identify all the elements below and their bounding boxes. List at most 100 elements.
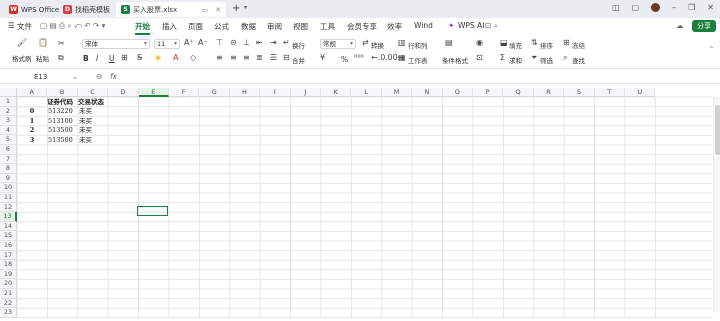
cell-C1[interactable]: 交易状态 [78, 98, 108, 108]
column-header-S[interactable]: S [564, 88, 595, 97]
align-middle-icon[interactable]: ⊝ [230, 38, 237, 47]
menu-tab-insert[interactable]: 插入 [162, 21, 177, 32]
menu-tab-formula[interactable]: 公式 [214, 21, 229, 32]
cell-A2[interactable]: 0 [17, 107, 47, 117]
column-header-R[interactable]: R [533, 88, 565, 97]
row-header-19[interactable]: 19 [0, 269, 17, 280]
screen-icon[interactable]: ▭ [202, 6, 209, 14]
layout-icon[interactable]: ◫ [612, 3, 620, 12]
font-color-icon[interactable]: A [173, 53, 178, 62]
row-header-18[interactable]: 18 [0, 260, 17, 270]
column-header-B[interactable]: B [47, 88, 78, 97]
format-painter-icon[interactable]: 🖌 [17, 38, 27, 47]
vertical-scrollbar[interactable] [713, 97, 720, 313]
paste-icon[interactable]: 📋 [38, 38, 48, 47]
align-bottom-icon[interactable]: ⊥ [243, 38, 250, 47]
italic-button[interactable]: I [96, 54, 98, 63]
row-header-8[interactable]: 8 [0, 164, 17, 174]
column-header-H[interactable]: H [229, 88, 261, 97]
fx-button[interactable]: fx [110, 72, 117, 81]
row-header-14[interactable]: 14 [0, 221, 17, 232]
conditional-format-button[interactable]: 条件格式 [442, 55, 468, 65]
window-icon[interactable]: ▢ [632, 3, 640, 12]
column-header-Q[interactable]: Q [503, 88, 534, 97]
indent-right-icon[interactable]: ⇥ [270, 38, 277, 47]
column-header-N[interactable]: N [412, 88, 443, 97]
percent-button[interactable]: % [341, 55, 348, 64]
cell-C2[interactable]: 未买 [79, 107, 92, 117]
menu-tab-data[interactable]: 数据 [241, 21, 256, 32]
menu-tab-member[interactable]: 会员专享 [347, 21, 377, 32]
column-header-J[interactable]: J [290, 88, 321, 97]
row-header-20[interactable]: 20 [0, 279, 17, 289]
row-header-3[interactable]: 3 [0, 116, 17, 126]
find-button[interactable]: 查找 [572, 55, 585, 65]
format-painter-label[interactable]: 格式刷 [12, 53, 32, 63]
share-button[interactable]: 分享 [692, 20, 716, 32]
cell-style-icon[interactable]: ◉ [476, 38, 483, 47]
chevron-down-icon[interactable]: ▾ [244, 4, 247, 11]
cell-B1[interactable]: 证券代码 [47, 98, 77, 108]
currency-icon[interactable]: ¥ [320, 53, 325, 62]
spreadsheet-grid[interactable]: 证券代码 交易状态 0 513220 未买 1 513100 未买 2 5135… [0, 88, 720, 321]
cell-A4[interactable]: 2 [17, 126, 47, 136]
row-header-23[interactable]: 23 [0, 308, 17, 318]
zoom-icon[interactable]: ⊖ [96, 72, 102, 81]
cell-B2[interactable]: 513220 [48, 107, 73, 117]
fill-button[interactable]: 填充 [509, 40, 522, 50]
thousands-icon[interactable]: ⁰⁰⁰ [354, 53, 364, 62]
number-format-select[interactable]: 常规 ▾ [320, 39, 356, 49]
row-header-9[interactable]: 9 [0, 173, 17, 184]
row-header-15[interactable]: 15 [0, 231, 17, 241]
cell-C3[interactable]: 未买 [79, 117, 92, 127]
cloud-icon[interactable]: ☁ [676, 21, 684, 30]
align-top-icon[interactable]: ⊤ [216, 38, 223, 47]
row-header-7[interactable]: 7 [0, 154, 17, 165]
cell-A5[interactable]: 3 [17, 136, 47, 146]
align-center-icon[interactable]: ≡ [230, 53, 237, 62]
font-name-select[interactable]: 宋体 ▾ [82, 39, 150, 49]
row-col-button[interactable]: 行和列 [408, 40, 428, 50]
menu-tab-wind[interactable]: Wind [414, 21, 433, 30]
row-header-6[interactable]: 6 [0, 145, 17, 155]
minimize-icon[interactable]: – [672, 3, 676, 12]
column-header-E[interactable]: E [138, 88, 169, 97]
tab-spreadsheet[interactable]: S 买入股票.xlsx ▭ ✕ [116, 2, 226, 17]
restore-icon[interactable]: ❐ [688, 3, 695, 12]
align-right-icon[interactable]: ≡ [243, 53, 250, 62]
menu-file[interactable]: 文件 [17, 21, 32, 32]
row-header-16[interactable]: 16 [0, 241, 17, 251]
paste-label[interactable]: 粘贴 [36, 53, 49, 63]
menu-wps-ai[interactable]: WPS AI [458, 21, 484, 30]
quick-access-icons[interactable]: ▢ ▤ ⎙ ⌕ ⤺ ↶ ↷ ▾ [40, 21, 105, 31]
cell-B3[interactable]: 513100 [48, 117, 73, 127]
row-header-17[interactable]: 17 [0, 250, 17, 261]
underline-button[interactable]: U [109, 54, 115, 63]
formula-input[interactable] [124, 72, 714, 83]
distribute-icon[interactable]: ☰ [270, 53, 277, 62]
menu-tab-tools[interactable]: 工具 [320, 21, 335, 32]
column-header-L[interactable]: L [351, 88, 382, 97]
cell-C5[interactable]: 未买 [79, 136, 92, 146]
column-header-A[interactable]: A [17, 88, 48, 97]
row-header-22[interactable]: 22 [0, 298, 17, 309]
close-window-icon[interactable]: ✕ [707, 3, 714, 12]
decimal-increase-icon[interactable]: ←.0 [371, 53, 385, 62]
cell-A3[interactable]: 1 [17, 117, 47, 127]
menu-tab-home[interactable]: 开始 [135, 21, 150, 35]
column-header-G[interactable]: G [199, 88, 230, 97]
tab-wps-office[interactable]: W WPS Office [4, 2, 64, 17]
avatar[interactable] [651, 3, 661, 12]
cell-B5[interactable]: 513500 [48, 136, 73, 146]
align-left-icon[interactable]: ≡ [216, 53, 223, 62]
active-cell-E13[interactable] [137, 206, 168, 216]
collapse-ribbon-icon[interactable]: ⌃ [708, 45, 715, 54]
column-header-O[interactable]: O [442, 88, 473, 97]
scrollbar-thumb[interactable] [715, 105, 720, 155]
table-style-icon[interactable]: ⊡ [476, 53, 483, 62]
row-header-5[interactable]: 5 [0, 135, 17, 145]
increase-font-icon[interactable]: A⁺ [184, 38, 194, 47]
fill-color-icon[interactable]: ◈ [155, 53, 161, 62]
convert-button[interactable]: 转换 [371, 40, 384, 50]
freeze-button[interactable]: 冻结 [572, 40, 585, 50]
